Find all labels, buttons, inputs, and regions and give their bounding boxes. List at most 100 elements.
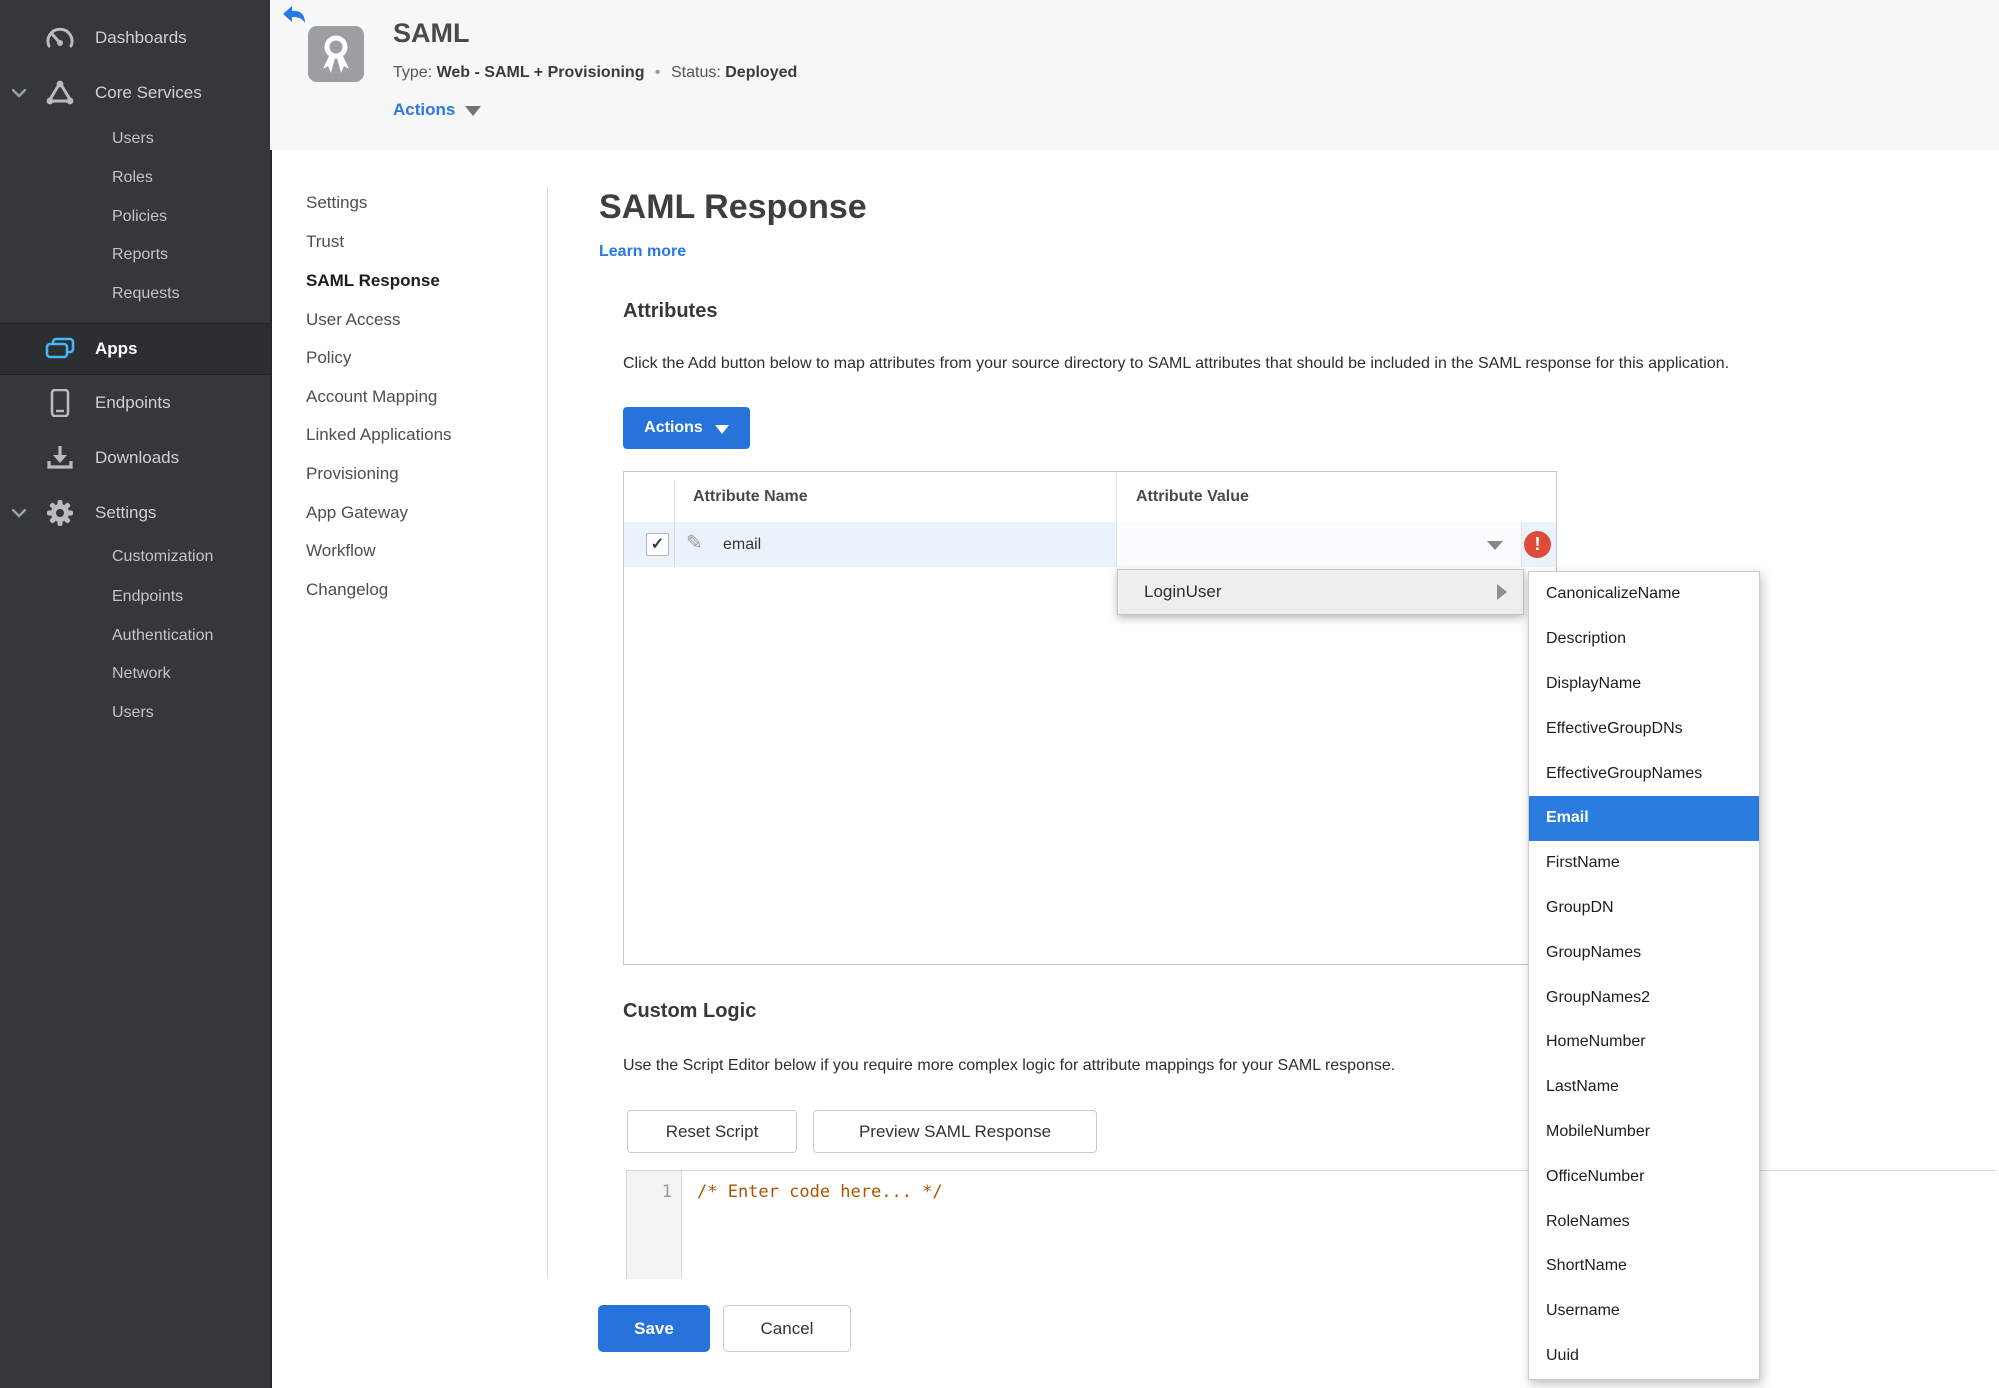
status-badge: Deployed — [725, 64, 798, 81]
sidebar-item-label: Endpoints — [95, 393, 171, 412]
sidebar-item-requests[interactable]: Requests — [112, 279, 180, 309]
subnav-item-trust[interactable]: Trust — [306, 232, 344, 252]
chevron-down-icon — [714, 424, 729, 434]
section-title: SAML Response — [599, 188, 867, 226]
attribute-value-dropdown-menu[interactable]: LoginUser — [1117, 569, 1524, 615]
subnav-item-provisioning[interactable]: Provisioning — [306, 464, 399, 484]
submenu-item-username[interactable]: Username — [1529, 1289, 1759, 1334]
type-value: Web - SAML + Provisioning — [436, 64, 645, 81]
sidebar-item-apps[interactable]: Apps — [0, 323, 270, 375]
script-editor[interactable]: 1 /* Enter code here... */ — [626, 1170, 1996, 1279]
subnav-item-user-access[interactable]: User Access — [306, 310, 400, 330]
subnav-item-changelog[interactable]: Changelog — [306, 580, 388, 600]
submenu-item-description[interactable]: Description — [1529, 617, 1759, 662]
save-button[interactable]: Save — [598, 1305, 710, 1352]
apps-icon — [40, 337, 80, 361]
sidebar-item-reports[interactable]: Reports — [112, 240, 168, 270]
edit-pencil-icon[interactable]: ✎ — [686, 530, 703, 555]
attributes-table: Attribute Name Attribute Value ✓ ✎ email — [623, 471, 1557, 965]
main-sidebar: Dashboards Core Services Users Roles Pol… — [0, 0, 272, 1388]
mobile-device-icon — [40, 389, 80, 417]
back-arrow-icon[interactable] — [282, 5, 306, 30]
gear-icon — [40, 499, 80, 527]
attribute-value-combobox[interactable] — [1116, 522, 1522, 567]
sidebar-item-label: Downloads — [95, 448, 180, 467]
submenu-item-groupnames[interactable]: GroupNames — [1529, 930, 1759, 975]
sidebar-item-settings[interactable]: Settings — [0, 493, 270, 533]
sidebar-item-users[interactable]: Users — [112, 124, 154, 154]
sidebar-item-downloads[interactable]: Downloads — [0, 438, 270, 478]
submenu-item-effectivegroupdns[interactable]: EffectiveGroupDNs — [1529, 706, 1759, 751]
chevron-down-icon[interactable] — [12, 88, 38, 98]
sidebar-subitem-label: Customization — [112, 548, 214, 565]
submenu-item-lastname[interactable]: LastName — [1529, 1065, 1759, 1110]
sidebar-item-roles[interactable]: Roles — [112, 163, 153, 193]
submenu-item-groupnames2[interactable]: GroupNames2 — [1529, 975, 1759, 1020]
separator-dot: • — [654, 64, 661, 81]
sidebar-subitem-label: Endpoints — [112, 588, 184, 605]
submenu-item-uuid[interactable]: Uuid — [1529, 1334, 1759, 1379]
dropdown-item-loginuser[interactable]: LoginUser — [1144, 582, 1222, 602]
subnav-item-linked-applications[interactable]: Linked Applications — [306, 425, 452, 445]
submenu-item-shortname[interactable]: ShortName — [1529, 1244, 1759, 1289]
submenu-item-groupdn[interactable]: GroupDN — [1529, 886, 1759, 931]
learn-more-link[interactable]: Learn more — [599, 243, 686, 261]
reset-script-button[interactable]: Reset Script — [627, 1110, 797, 1153]
sidebar-item-endpoints[interactable]: Endpoints — [0, 383, 270, 423]
sidebar-subitem-label: Authentication — [112, 627, 214, 644]
column-divider — [674, 480, 675, 522]
header-actions-dropdown[interactable]: Actions — [393, 100, 482, 120]
submenu-item-officenumber[interactable]: OfficeNumber — [1529, 1154, 1759, 1199]
sidebar-item-settings-users[interactable]: Users — [112, 698, 154, 728]
app-root: Dashboards Core Services Users Roles Pol… — [0, 0, 1999, 1388]
attributes-actions-button[interactable]: Actions — [623, 407, 750, 449]
submenu-item-canonicalizename[interactable]: CanonicalizeName — [1529, 572, 1759, 617]
type-label: Type: — [393, 64, 433, 81]
custom-logic-heading: Custom Logic — [623, 1000, 757, 1022]
subnav-divider — [547, 187, 548, 1278]
row-checkbox[interactable]: ✓ — [646, 533, 669, 556]
subnav-item-app-gateway[interactable]: App Gateway — [306, 503, 408, 523]
table-header-row: Attribute Name Attribute Value — [624, 472, 1556, 522]
cancel-button[interactable]: Cancel — [723, 1305, 851, 1352]
chevron-down-icon[interactable] — [12, 508, 38, 518]
sidebar-item-dashboards[interactable]: Dashboards — [0, 18, 270, 58]
sidebar-subitem-label: Reports — [112, 246, 169, 263]
submenu-item-firstname[interactable]: FirstName — [1529, 841, 1759, 886]
submenu-item-homenumber[interactable]: HomeNumber — [1529, 1020, 1759, 1065]
submenu-item-effectivegroupnames[interactable]: EffectiveGroupNames — [1529, 751, 1759, 796]
sidebar-item-settings-endpoints[interactable]: Endpoints — [112, 582, 183, 612]
subnav-item-account-mapping[interactable]: Account Mapping — [306, 387, 437, 407]
sidebar-item-label: Apps — [95, 339, 138, 358]
submenu-item-email[interactable]: Email — [1529, 795, 1759, 841]
editor-code-text: /* Enter code here... */ — [697, 1182, 943, 1202]
sidebar-item-network[interactable]: Network — [112, 659, 171, 689]
sidebar-item-authentication[interactable]: Authentication — [112, 621, 213, 651]
sidebar-item-label: Settings — [95, 503, 157, 522]
table-row[interactable]: ✓ ✎ email — [624, 522, 1556, 567]
sidebar-item-customization[interactable]: Customization — [112, 542, 213, 572]
app-header: SAML Type: Web - SAML + Provisioning • S… — [270, 0, 1999, 150]
attributes-heading: Attributes — [623, 300, 718, 322]
status-label: Status: — [670, 64, 721, 81]
submenu-item-displayname[interactable]: DisplayName — [1529, 662, 1759, 707]
subnav-item-workflow[interactable]: Workflow — [306, 541, 376, 561]
core-services-icon — [40, 80, 80, 106]
subnav-item-policy[interactable]: Policy — [306, 348, 351, 368]
attribute-name-cell: email — [723, 536, 762, 553]
app-meta: Type: Web - SAML + Provisioning • Status… — [393, 64, 797, 82]
app-badge-icon — [308, 26, 364, 82]
editor-line-number: 1 — [661, 1182, 672, 1202]
submenu-arrow-icon — [1497, 584, 1507, 600]
subnav-item-saml-response[interactable]: SAML Response — [306, 271, 440, 291]
header-actions-label: Actions — [393, 100, 456, 119]
subnav-item-settings[interactable]: Settings — [306, 193, 367, 213]
sidebar-item-core-services[interactable]: Core Services — [0, 73, 270, 113]
sidebar-item-policies[interactable]: Policies — [112, 202, 167, 232]
sidebar-subitem-label: Policies — [112, 208, 168, 225]
column-divider — [674, 522, 675, 567]
preview-saml-response-button[interactable]: Preview SAML Response — [813, 1110, 1097, 1153]
submenu-item-rolenames[interactable]: RoleNames — [1529, 1199, 1759, 1244]
sidebar-subitem-label: Requests — [112, 285, 180, 302]
submenu-item-mobilenumber[interactable]: MobileNumber — [1529, 1110, 1759, 1155]
